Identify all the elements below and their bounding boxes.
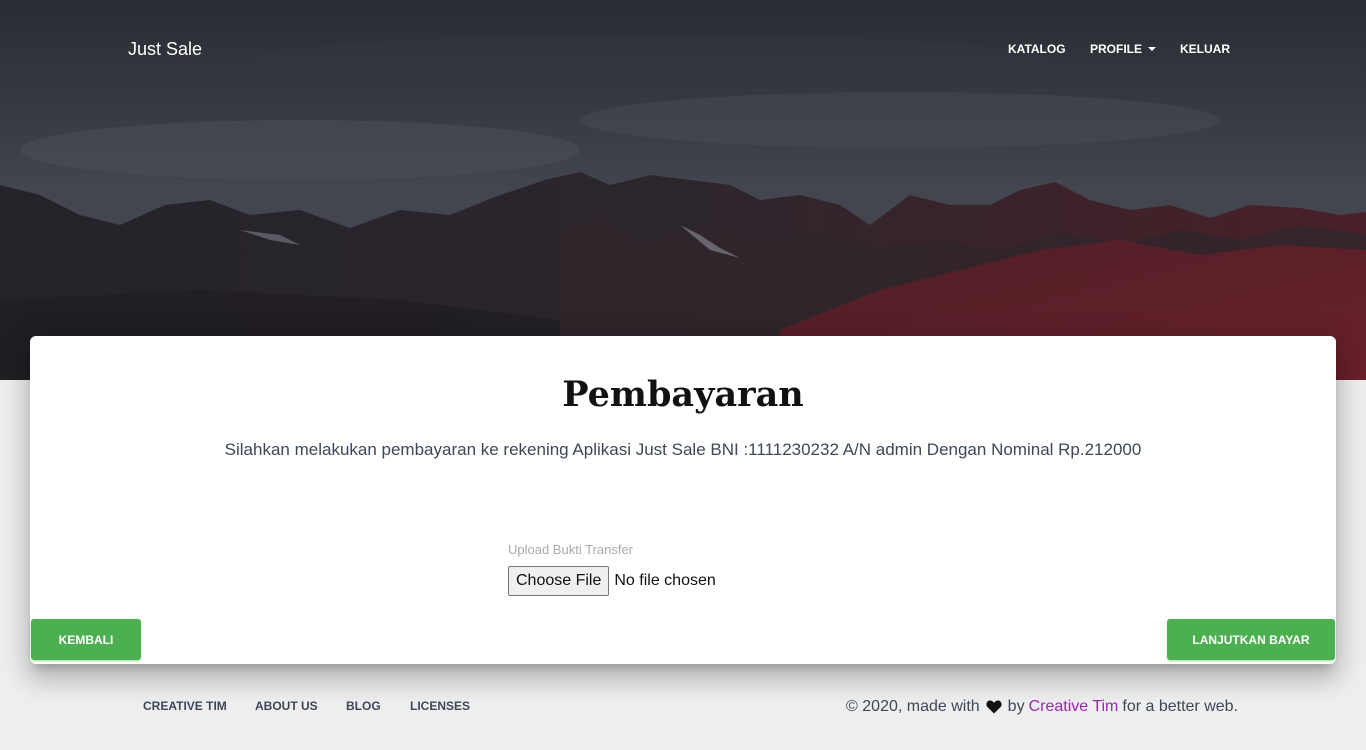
file-status: No file chosen	[614, 572, 716, 589]
hero-banner	[0, 0, 1366, 380]
footer-link-licenses[interactable]: LICENSES	[410, 699, 470, 713]
brand-logo[interactable]: Just Sale	[128, 39, 202, 60]
creative-tim-link[interactable]: Creative Tim	[1029, 698, 1119, 716]
nav-keluar[interactable]: KELUAR	[1180, 42, 1230, 56]
nav-katalog[interactable]: KATALOG	[1008, 42, 1066, 56]
caret-down-icon	[1148, 47, 1157, 51]
nav-profile-label: PROFILE	[1090, 42, 1143, 56]
upload-label: Upload Bukti Transfer	[508, 542, 634, 557]
file-input: Choose File No file chosen	[508, 566, 716, 596]
back-button[interactable]: KEMBALI	[31, 619, 141, 660]
copyright-by: by	[1007, 698, 1025, 715]
copyright: © 2020, made with by Creative Tim for a …	[846, 698, 1238, 716]
page-title: Pembayaran	[562, 374, 804, 415]
heart-icon	[986, 700, 1002, 714]
footer-link-blog[interactable]: BLOG	[346, 699, 381, 713]
continue-payment-button[interactable]: LANJUTKAN BAYAR	[1167, 619, 1335, 660]
footer-link-creative-tim[interactable]: CREATIVE TIM	[143, 699, 227, 713]
choose-file-button[interactable]: Choose File	[508, 566, 610, 596]
payment-instructions: Silahkan melakukan pembayaran ke rekenin…	[224, 440, 1142, 459]
copyright-suffix: for a better web.	[1122, 698, 1238, 715]
mountain-background	[0, 0, 1366, 380]
footer-link-about-us[interactable]: ABOUT US	[255, 699, 318, 713]
nav-profile-dropdown[interactable]: PROFILE	[1090, 42, 1157, 56]
copyright-prefix: © 2020, made with	[846, 698, 980, 715]
payment-card: Pembayaran Silahkan melakukan pembayaran…	[30, 336, 1336, 664]
